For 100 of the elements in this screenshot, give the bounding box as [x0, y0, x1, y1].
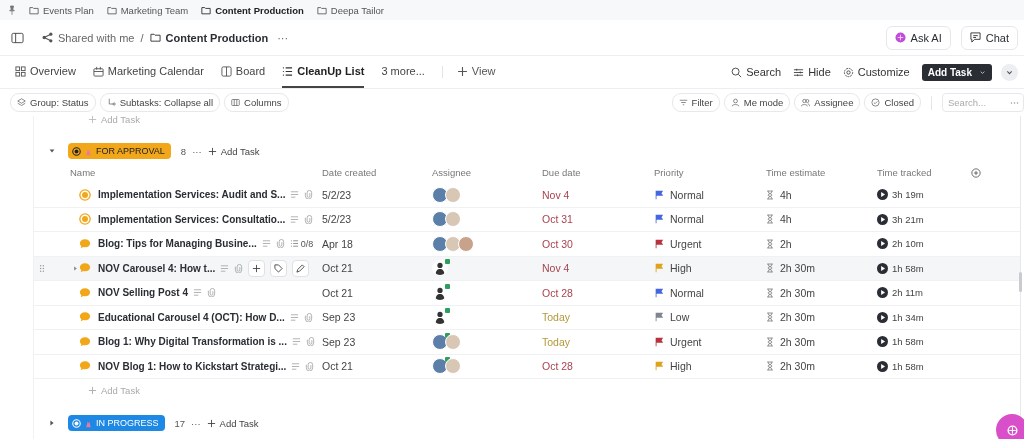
task-row[interactable]: NOV Blog 1: How to Kickstart Strategi... Oct 21 Oct 28 High 2h 30m 1h 58m — [34, 354, 1020, 379]
favorite-item[interactable]: Events Plan — [29, 4, 94, 16]
avatar[interactable] — [432, 333, 448, 350]
description-icon[interactable] — [220, 263, 230, 273]
hide-button[interactable]: Hide — [793, 56, 831, 88]
time-estimate[interactable]: 2h 30m — [780, 286, 816, 299]
columns-chip[interactable]: Columns — [224, 93, 289, 112]
time-tracked[interactable]: 1h 58m — [892, 262, 924, 274]
play-icon[interactable] — [877, 336, 888, 348]
task-name[interactable]: NOV Selling Post 4 — [98, 287, 189, 299]
time-tracked[interactable]: 1h 58m — [892, 336, 924, 348]
assignee-chip[interactable]: Assignee — [794, 93, 861, 112]
time-estimate[interactable]: 2h 30m — [780, 262, 816, 275]
due-date[interactable]: Nov 4 — [542, 262, 570, 275]
task-row[interactable]: Blog: Tips for Managing Busine... 0/8 Apr 18 Oct 30 Urgent 2h 2h 10m — [34, 232, 1020, 257]
time-estimate[interactable]: 4h — [780, 188, 792, 201]
attachment-icon[interactable] — [275, 239, 285, 249]
attachment-icon[interactable] — [207, 288, 217, 298]
closed-chip[interactable]: Closed — [864, 93, 921, 112]
time-estimate[interactable]: 2h 30m — [780, 360, 816, 373]
description-icon[interactable] — [290, 190, 300, 200]
play-icon[interactable] — [877, 189, 888, 201]
more-views-tab[interactable]: 3 more... — [381, 56, 425, 88]
time-estimate[interactable]: 2h — [780, 237, 792, 250]
attachment-icon[interactable] — [303, 312, 313, 322]
flag-icon[interactable] — [654, 238, 664, 249]
flag-icon[interactable] — [654, 214, 664, 225]
collapse-button[interactable] — [1001, 63, 1018, 81]
priority-label[interactable]: Normal — [670, 188, 704, 201]
drag-handle-icon[interactable] — [39, 263, 45, 273]
description-icon[interactable] — [291, 361, 301, 371]
favorite-item[interactable]: Deepa Tailor — [316, 4, 384, 16]
pin-icon[interactable] — [8, 5, 16, 15]
favorite-item[interactable]: Marketing Team — [106, 4, 189, 16]
subtask-count[interactable]: 0/8 — [289, 238, 314, 249]
favorite-item[interactable]: Content Production — [201, 4, 304, 16]
flag-icon[interactable] — [654, 312, 664, 323]
attachment-icon[interactable] — [305, 361, 315, 371]
avatar[interactable] — [432, 211, 448, 228]
description-icon[interactable] — [261, 239, 271, 249]
search-field[interactable]: Search... — [942, 93, 1024, 112]
more-options[interactable]: ··· — [277, 31, 289, 44]
due-date[interactable]: Oct 28 — [542, 360, 573, 373]
play-icon[interactable] — [877, 287, 888, 299]
avatar[interactable] — [432, 358, 448, 375]
play-icon[interactable] — [877, 311, 888, 323]
task-name[interactable]: NOV Carousel 4: How t... — [98, 262, 216, 274]
attachment-icon[interactable] — [304, 190, 314, 200]
sidebar-toggle-icon[interactable] — [11, 31, 24, 44]
status-badge[interactable]: IN PROGRESS — [68, 415, 165, 431]
attachment-icon[interactable] — [234, 263, 244, 273]
description-icon[interactable] — [289, 312, 299, 322]
ask-ai-button[interactable]: Ask AI — [885, 25, 951, 50]
attachment-icon[interactable] — [304, 214, 314, 224]
add-view-button[interactable]: View — [456, 56, 496, 88]
view-tab[interactable]: Overview — [15, 56, 76, 88]
view-tab[interactable]: CleanUp List — [282, 56, 365, 88]
status-badge[interactable]: FOR APPROVAL — [68, 143, 171, 159]
priority-label[interactable]: Normal — [670, 286, 704, 299]
description-icon[interactable] — [290, 214, 300, 224]
time-estimate[interactable]: 2h 30m — [780, 335, 816, 348]
due-date[interactable]: Oct 30 — [542, 237, 573, 250]
due-date[interactable]: Nov 4 — [542, 188, 570, 201]
description-icon[interactable] — [291, 337, 301, 347]
group-more-options[interactable]: ··· — [192, 145, 202, 157]
priority-label[interactable]: Urgent — [670, 237, 702, 250]
task-row[interactable]: NOV Selling Post 4 Oct 21 Oct 28 Normal 2h 30m 2h 11m — [34, 281, 1020, 306]
more-icon[interactable] — [1010, 100, 1019, 105]
due-date[interactable]: Oct 28 — [542, 286, 573, 299]
folder-breadcrumb[interactable]: Content Production — [149, 31, 269, 44]
hourglass-icon[interactable] — [766, 336, 774, 347]
priority-label[interactable]: Low — [670, 311, 690, 324]
attachment-icon[interactable] — [305, 337, 315, 347]
time-tracked[interactable]: 1h 58m — [892, 360, 924, 372]
play-icon[interactable] — [877, 213, 888, 225]
description-icon[interactable] — [193, 288, 203, 298]
hourglass-icon[interactable] — [766, 312, 774, 323]
time-tracked[interactable]: 2h 11m — [892, 287, 923, 299]
hourglass-icon[interactable] — [766, 214, 774, 225]
column-header[interactable]: Time tracked — [877, 167, 967, 178]
avatar[interactable] — [445, 358, 461, 375]
speech-bubble-icon[interactable] — [79, 262, 91, 275]
play-icon[interactable] — [877, 238, 888, 250]
search-button[interactable]: Search — [731, 56, 782, 88]
task-row[interactable]: Educational Carousel 4 (OCT): How D... Sep 23 Today Low 2h 30m 1h 34m — [34, 305, 1020, 330]
scrollbar-thumb[interactable] — [1019, 272, 1022, 292]
task-row[interactable]: Implementation Services: Consultatio... 5/2/23 Oct 31 Normal 4h 3h 21m — [34, 207, 1020, 232]
group-more-options[interactable]: ··· — [191, 417, 201, 429]
task-name[interactable]: Educational Carousel 4 (OCT): How D... — [98, 311, 285, 323]
column-header[interactable]: Priority — [654, 167, 766, 178]
time-tracked[interactable]: 1h 34m — [892, 311, 924, 323]
column-header[interactable]: Due date — [542, 167, 654, 178]
time-tracked[interactable]: 3h 19m — [892, 189, 924, 201]
shared-with-me-link[interactable]: Shared with me — [42, 31, 135, 44]
column-header[interactable]: Date created — [322, 167, 432, 178]
group-chip[interactable]: Group: Status — [10, 93, 96, 112]
hourglass-icon[interactable] — [766, 287, 774, 298]
task-name[interactable]: Implementation Services: Consultatio... — [98, 213, 286, 225]
hourglass-icon[interactable] — [766, 361, 774, 372]
add-task-link[interactable]: Add Task — [207, 145, 260, 157]
